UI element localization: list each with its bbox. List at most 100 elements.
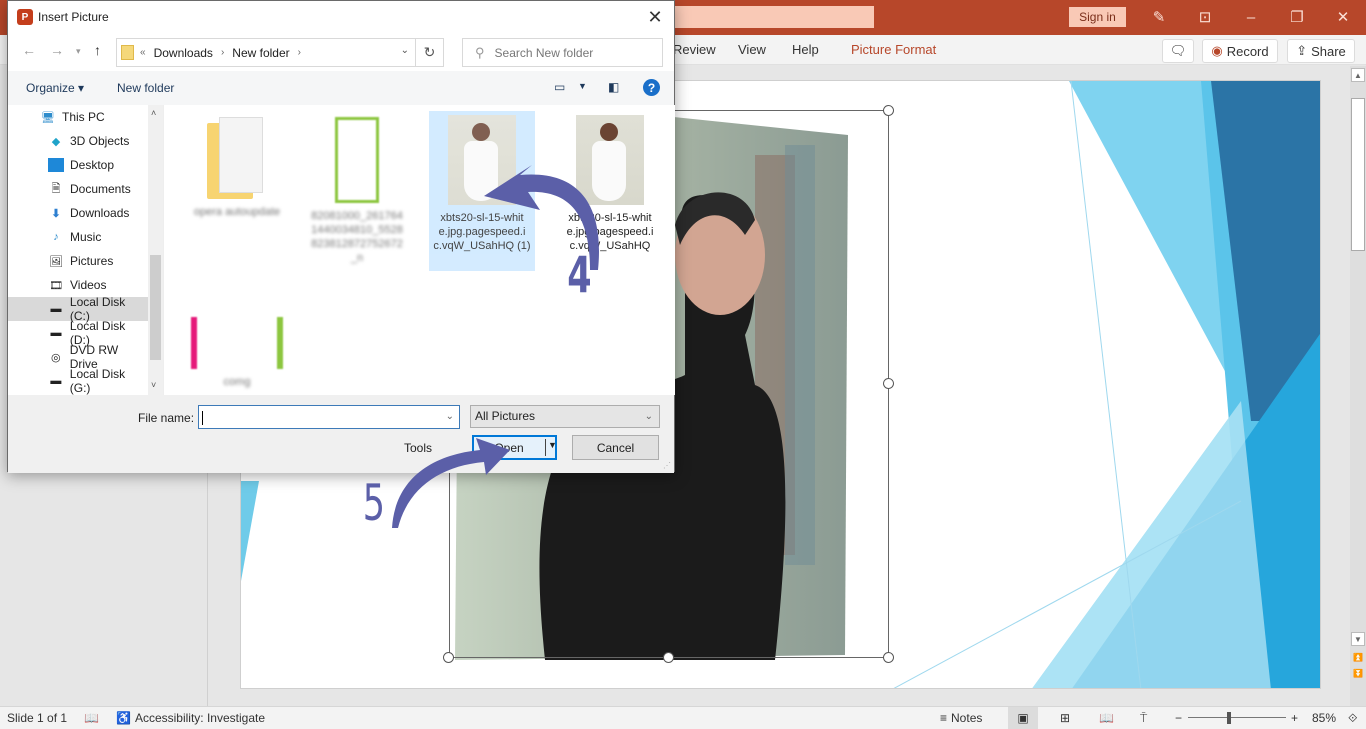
- ribbon-display-icon[interactable]: ⊡: [1190, 4, 1220, 30]
- share-button[interactable]: ⇪ Share: [1287, 39, 1355, 63]
- file-item[interactable]: comg: [184, 313, 290, 389]
- normal-view-button[interactable]: ▣: [1008, 707, 1038, 729]
- scroll-up-arrow[interactable]: ˄: [151, 108, 156, 118]
- nav-item-downloads[interactable]: ⬇ Downloads: [8, 201, 148, 225]
- forward-button[interactable]: →: [50, 42, 64, 58]
- zoom-slider[interactable]: [1188, 717, 1286, 718]
- vertical-scrollbar[interactable]: ▲ ▼ ⏫ ⏬: [1350, 66, 1366, 706]
- image-thumbnail: [448, 115, 516, 205]
- zoom-in-button[interactable]: +: [1291, 711, 1298, 725]
- nav-label: This PC: [62, 110, 105, 124]
- nav-item-dvd-drive[interactable]: ◎ DVD RW Drive: [8, 343, 148, 371]
- scroll-thumb[interactable]: [150, 255, 161, 360]
- recent-locations-button[interactable]: ▾: [76, 46, 81, 57]
- chevron-down-icon[interactable]: ▼: [578, 81, 587, 91]
- nav-label: Music: [70, 230, 102, 244]
- scroll-up-button[interactable]: ▲: [1351, 68, 1365, 82]
- file-name-label: File name:: [138, 411, 195, 425]
- breadcrumb-new-folder[interactable]: New folder: [232, 46, 289, 60]
- organize-button[interactable]: Organize ▾: [26, 81, 84, 95]
- chevron-down-icon[interactable]: ⌄: [446, 406, 454, 428]
- comments-button[interactable]: 🗨: [1162, 39, 1194, 63]
- resize-grip[interactable]: ⋰: [663, 461, 671, 470]
- view-options-icon[interactable]: ▭: [554, 80, 565, 94]
- zoom-out-button[interactable]: −: [1175, 711, 1182, 725]
- minimize-button[interactable]: –: [1236, 4, 1266, 30]
- resize-handle-bottom-left[interactable]: [443, 652, 454, 663]
- sign-in-button[interactable]: Sign in: [1069, 7, 1126, 27]
- file-item-folder[interactable]: opera autoupdate: [184, 113, 290, 219]
- file-item[interactable]: xbts20-sl-15-whit e.jpg.pagespeed.i c.vq…: [557, 111, 663, 253]
- resize-handle-bottom-right[interactable]: [883, 652, 894, 663]
- resize-handle-right[interactable]: [883, 378, 894, 389]
- tab-picture-format[interactable]: Picture Format: [851, 42, 936, 57]
- previous-slide-icon[interactable]: ⏫: [1351, 650, 1365, 664]
- open-button[interactable]: Open ▼: [472, 435, 557, 460]
- notes-button[interactable]: ≡ Notes: [940, 711, 982, 725]
- chevron-down-icon[interactable]: ⌄: [401, 45, 409, 56]
- scroll-down-button[interactable]: ▼: [1351, 632, 1365, 646]
- dvd-drive-icon: ◎: [51, 351, 61, 364]
- nav-item-documents[interactable]: 🗎 Documents: [8, 177, 148, 201]
- refresh-button[interactable]: ↻: [416, 38, 444, 67]
- restore-button[interactable]: ❐: [1282, 4, 1312, 30]
- close-window-button[interactable]: ✕: [1328, 4, 1358, 30]
- nav-label: Local Disk (G:): [69, 367, 126, 395]
- cancel-button[interactable]: Cancel: [572, 435, 659, 460]
- fit-to-window-icon[interactable]: ⟐: [1348, 711, 1357, 726]
- tab-view[interactable]: View: [738, 42, 766, 57]
- pen-icon[interactable]: ✎: [1144, 4, 1174, 30]
- breadcrumb-downloads[interactable]: Downloads: [154, 46, 213, 60]
- open-options-dropdown[interactable]: ▼: [548, 440, 557, 450]
- nav-label: Desktop: [70, 158, 115, 172]
- split-divider: [545, 439, 546, 456]
- new-folder-button[interactable]: New folder: [117, 81, 174, 95]
- file-name: opera autoupdate: [193, 206, 281, 218]
- nav-item-3d-objects[interactable]: ◆ 3D Objects: [8, 129, 148, 153]
- scroll-thumb[interactable]: [1351, 98, 1365, 251]
- slide-sorter-button[interactable]: ⊞: [1060, 711, 1070, 725]
- tab-review[interactable]: Review: [673, 42, 716, 57]
- chevron-right-icon[interactable]: ›: [221, 47, 224, 58]
- folder-icon: [207, 117, 267, 199]
- nav-item-pictures[interactable]: 🖼 Pictures: [8, 249, 148, 273]
- resize-handle-bottom[interactable]: [663, 652, 674, 663]
- file-name-input[interactable]: ⌄: [198, 405, 460, 429]
- close-dialog-button[interactable]: ✕: [642, 4, 668, 30]
- spell-check-icon[interactable]: 📖: [84, 711, 99, 725]
- file-item[interactable]: 82081000_261764 1440034810_5528 82381287…: [304, 113, 410, 265]
- nav-item-videos[interactable]: 🎞 Videos: [8, 273, 148, 297]
- search-input[interactable]: ⚲ Search New folder: [462, 38, 663, 67]
- reading-view-button[interactable]: 📖: [1099, 711, 1114, 725]
- back-button[interactable]: ←: [22, 42, 36, 58]
- up-button[interactable]: ↑: [94, 42, 101, 58]
- nav-item-local-disk-d[interactable]: ▬ Local Disk (D:): [8, 319, 148, 347]
- record-button[interactable]: ◉ Record: [1202, 39, 1278, 63]
- slideshow-button[interactable]: ⍑: [1140, 711, 1147, 726]
- preview-pane-icon[interactable]: ◧: [608, 80, 619, 94]
- nav-item-local-disk-c[interactable]: ▬ Local Disk (C:): [8, 295, 148, 323]
- tools-menu[interactable]: Tools: [404, 441, 432, 455]
- drive-icon: ▬: [50, 327, 62, 339]
- address-bar[interactable]: « Downloads › New folder › ⌄: [116, 38, 416, 67]
- navigation-pane: 🖥 This PC ◆ 3D Objects Desktop 🗎 Documen…: [8, 105, 163, 395]
- chevron-right-icon[interactable]: ›: [298, 47, 301, 58]
- nav-item-this-pc[interactable]: 🖥 This PC: [8, 105, 148, 129]
- nav-item-desktop[interactable]: Desktop: [8, 153, 148, 177]
- file-item-selected[interactable]: xbts20-sl-15-whit e.jpg.pagespeed.i c.vq…: [429, 111, 535, 271]
- resize-handle-top-right[interactable]: [883, 105, 894, 116]
- help-icon[interactable]: ?: [643, 79, 660, 96]
- navigation-pane-scrollbar[interactable]: ˄ ˅: [148, 105, 163, 395]
- scroll-down-arrow[interactable]: ˅: [151, 380, 156, 390]
- zoom-level[interactable]: 85%: [1312, 711, 1336, 725]
- accessibility-status[interactable]: ♿ Accessibility: Investigate: [116, 711, 265, 725]
- breadcrumb-overflow[interactable]: «: [140, 47, 146, 58]
- image-thumbnail: [191, 317, 283, 369]
- nav-item-local-disk-g[interactable]: ▬ Local Disk (G:): [8, 367, 148, 395]
- zoom-slider-thumb[interactable]: [1227, 712, 1231, 724]
- search-box[interactable]: [670, 6, 874, 28]
- file-type-filter[interactable]: All Pictures ⌄: [470, 405, 660, 428]
- tab-help[interactable]: Help: [792, 42, 819, 57]
- next-slide-icon[interactable]: ⏬: [1351, 666, 1365, 680]
- nav-item-music[interactable]: ♪ Music: [8, 225, 148, 249]
